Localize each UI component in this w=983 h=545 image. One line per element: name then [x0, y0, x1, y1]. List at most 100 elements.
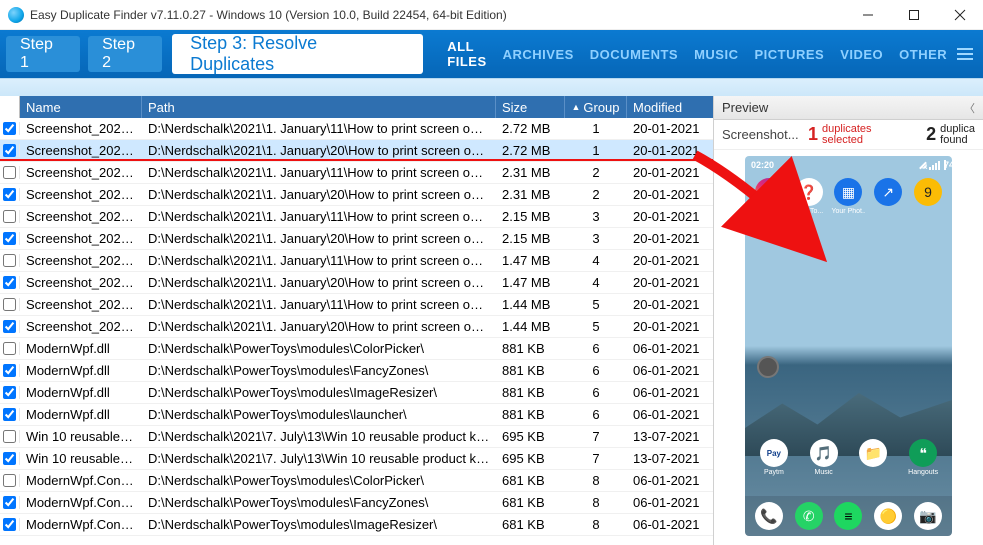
table-row[interactable]: Screenshot_202101...D:\Nerdschalk\2021\1… — [0, 228, 713, 250]
row-checkbox[interactable] — [3, 210, 16, 223]
row-checkbox[interactable] — [3, 496, 16, 509]
table-row[interactable]: ModernWpf.dllD:\Nerdschalk\PowerToys\mod… — [0, 338, 713, 360]
sort-ascending-icon: ▲ — [571, 102, 580, 112]
row-group: 8 — [565, 517, 627, 532]
row-path: D:\Nerdschalk\PowerToys\modules\launcher… — [142, 407, 496, 422]
row-checkbox[interactable] — [3, 122, 16, 135]
table-row[interactable]: ModernWpf.dllD:\Nerdschalk\PowerToys\mod… — [0, 382, 713, 404]
row-checkbox[interactable] — [3, 320, 16, 333]
table-row[interactable]: Win 10 reusable pro...D:\Nerdschalk\2021… — [0, 426, 713, 448]
row-checkbox-cell — [0, 298, 20, 311]
tab-step-2[interactable]: Step 2 — [88, 36, 162, 72]
table-row[interactable]: Screenshot_202101...D:\Nerdschalk\2021\1… — [0, 272, 713, 294]
row-checkbox[interactable] — [3, 232, 16, 245]
category-documents[interactable]: Documents — [590, 47, 678, 62]
row-checkbox[interactable] — [3, 364, 16, 377]
row-path: D:\Nerdschalk\2021\1. January\11\How to … — [142, 253, 496, 268]
table-row[interactable]: ModernWpf.Controls...D:\Nerdschalk\Power… — [0, 492, 713, 514]
row-checkbox[interactable] — [3, 474, 16, 487]
tab-step-3[interactable]: Step 3: Resolve Duplicates — [172, 34, 423, 74]
table-row[interactable]: ModernWpf.dllD:\Nerdschalk\PowerToys\mod… — [0, 360, 713, 382]
row-size: 2.31 MB — [496, 165, 565, 180]
row-modified: 20-01-2021 — [627, 187, 713, 202]
column-header-size[interactable]: Size — [496, 96, 565, 118]
chevron-left-icon: 〈 — [964, 100, 975, 116]
row-path: D:\Nerdschalk\PowerToys\modules\FancyZon… — [142, 363, 496, 378]
preview-header[interactable]: Preview 〈 — [714, 96, 983, 120]
found-count: 2 — [926, 124, 936, 145]
row-size: 1.44 MB — [496, 297, 565, 312]
window-maximize-button[interactable] — [891, 0, 937, 30]
row-size: 695 KB — [496, 451, 565, 466]
column-header-group[interactable]: ▲Group — [565, 96, 627, 118]
row-checkbox[interactable] — [3, 386, 16, 399]
table-row[interactable]: Screenshot_202101...D:\Nerdschalk\2021\1… — [0, 206, 713, 228]
column-header-name[interactable]: Name — [20, 96, 142, 118]
row-checkbox[interactable] — [3, 166, 16, 179]
row-name: Screenshot_202101... — [20, 297, 142, 312]
table-row[interactable]: Screenshot_202101...D:\Nerdschalk\2021\1… — [0, 316, 713, 338]
table-row[interactable]: Screenshot_202101...D:\Nerdschalk\2021\1… — [0, 140, 713, 162]
row-size: 681 KB — [496, 473, 565, 488]
row-group: 1 — [565, 143, 627, 158]
window-close-button[interactable] — [937, 0, 983, 30]
row-checkbox[interactable] — [3, 408, 16, 421]
row-checkbox[interactable] — [3, 518, 16, 531]
category-video[interactable]: Video — [840, 47, 883, 62]
table-row[interactable]: Win 10 reusable pro...D:\Nerdschalk\2021… — [0, 448, 713, 470]
hamburger-icon — [957, 48, 973, 60]
row-checkbox[interactable] — [3, 276, 16, 289]
table-row[interactable]: ModernWpf.dllD:\Nerdschalk\PowerToys\mod… — [0, 404, 713, 426]
row-checkbox[interactable] — [3, 298, 16, 311]
column-header-checkbox[interactable]: ✓ — [0, 96, 20, 118]
row-name: ModernWpf.dll — [20, 341, 142, 356]
preview-panel: Preview 〈 Screenshot... 1 duplicates sel… — [714, 96, 983, 545]
row-modified: 06-01-2021 — [627, 407, 713, 422]
row-group: 4 — [565, 253, 627, 268]
row-group: 5 — [565, 297, 627, 312]
table-row[interactable]: Screenshot_202101...D:\Nerdschalk\2021\1… — [0, 294, 713, 316]
preview-image-area: 02:20 ✈ 74% Instagram ❓How To... ▦Your P… — [714, 150, 983, 545]
column-header-path[interactable]: Path — [142, 96, 496, 118]
app-icon — [8, 7, 24, 23]
row-checkbox[interactable] — [3, 144, 16, 157]
preview-filename: Screenshot... — [722, 127, 802, 142]
category-music[interactable]: Music — [694, 47, 738, 62]
row-path: D:\Nerdschalk\2021\1. January\20\How to … — [142, 275, 496, 290]
row-modified: 20-01-2021 — [627, 275, 713, 290]
row-modified: 06-01-2021 — [627, 385, 713, 400]
row-checkbox[interactable] — [3, 430, 16, 443]
row-size: 2.31 MB — [496, 187, 565, 202]
row-checkbox-cell — [0, 122, 20, 135]
row-checkbox[interactable] — [3, 452, 16, 465]
tab-step-1[interactable]: Step 1 — [6, 36, 80, 72]
row-name: Screenshot_202101... — [20, 165, 142, 180]
category-other[interactable]: Other — [899, 47, 947, 62]
row-checkbox-cell — [0, 364, 20, 377]
window-minimize-button[interactable] — [845, 0, 891, 30]
row-name: Screenshot_202101... — [20, 187, 142, 202]
table-row[interactable]: Screenshot_202101...D:\Nerdschalk\2021\1… — [0, 118, 713, 140]
row-checkbox[interactable] — [3, 254, 16, 267]
row-size: 681 KB — [496, 495, 565, 510]
table-row[interactable]: Screenshot_202101...D:\Nerdschalk\2021\1… — [0, 250, 713, 272]
table-row[interactable]: Screenshot_202101...D:\Nerdschalk\2021\1… — [0, 184, 713, 206]
row-checkbox-cell — [0, 452, 20, 465]
column-header-modified[interactable]: Modified — [627, 96, 713, 118]
row-checkbox[interactable] — [3, 342, 16, 355]
row-modified: 06-01-2021 — [627, 495, 713, 510]
category-archives[interactable]: Archives — [503, 47, 574, 62]
row-group: 8 — [565, 495, 627, 510]
row-name: Screenshot_202101... — [20, 275, 142, 290]
table-row[interactable]: Screenshot_202101...D:\Nerdschalk\2021\1… — [0, 162, 713, 184]
row-name: Screenshot_202101... — [20, 319, 142, 334]
category-all-files[interactable]: All Files — [447, 39, 486, 69]
row-checkbox-cell — [0, 518, 20, 531]
row-checkbox-cell — [0, 254, 20, 267]
table-row[interactable]: ModernWpf.Controls...D:\Nerdschalk\Power… — [0, 514, 713, 536]
row-checkbox[interactable] — [3, 188, 16, 201]
category-pictures[interactable]: Pictures — [754, 47, 824, 62]
row-path: D:\Nerdschalk\2021\7. July\13\Win 10 reu… — [142, 429, 496, 444]
menu-button[interactable] — [947, 30, 983, 78]
table-row[interactable]: ModernWpf.Controls...D:\Nerdschalk\Power… — [0, 470, 713, 492]
